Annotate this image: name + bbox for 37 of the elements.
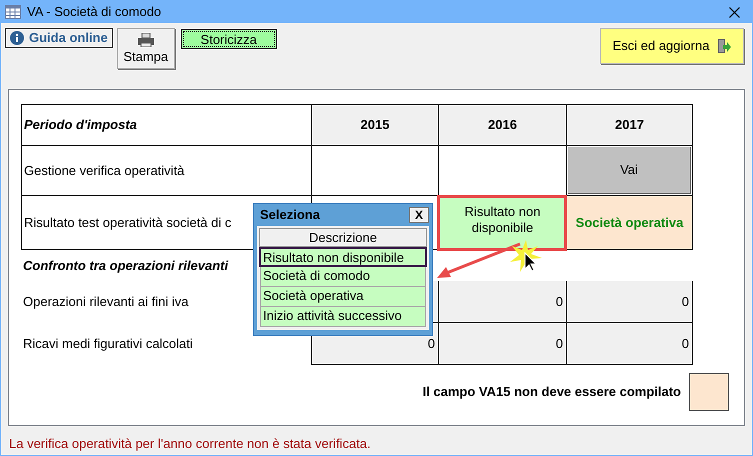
option-item[interactable]: Società operativa [260, 287, 426, 307]
option-item[interactable]: Inizio attività successivo [260, 307, 426, 327]
column-header: 2017 [566, 104, 693, 146]
go-button[interactable]: Vai [568, 147, 691, 194]
window-title: VA - Società di comodo [27, 3, 162, 22]
option-item[interactable]: Società di comodo [260, 267, 426, 287]
door-icon [717, 38, 732, 54]
result-cell: Risultato non disponibile [438, 196, 566, 250]
column-header: 2016 [438, 104, 566, 146]
status-message: La verifica operatività per l'anno corrente non è stata verificata. [9, 435, 372, 453]
info-icon [10, 31, 24, 45]
section-heading: Confronto tra operazioni rilevanti [23, 256, 228, 275]
column-header: Descrizione [259, 228, 427, 247]
row-label: Operazioni rilevanti ai fini iva [23, 293, 188, 312]
mouse-cursor-icon [510, 240, 542, 274]
value-cell: 0 [566, 281, 693, 323]
column-header: 2015 [311, 104, 438, 146]
table-header: Periodo d'imposta [21, 104, 311, 146]
exit-button[interactable]: Esci ed aggiorna [600, 28, 744, 64]
result-cell: Società operativa [566, 196, 693, 250]
value-cell: 0 [438, 281, 566, 323]
value-cell: 0 [566, 323, 693, 365]
row-label: Risultato test operatività società di c [24, 214, 232, 232]
help-button[interactable]: Guida online [5, 28, 113, 48]
row-label: Gestione verifica operatività [24, 162, 184, 180]
print-button[interactable]: Stampa [116, 28, 175, 69]
va15-field[interactable] [689, 373, 729, 411]
popup-title: Seleziona [260, 206, 320, 224]
option-item[interactable]: Risultato non disponibile [259, 247, 427, 267]
close-button[interactable]: X [409, 207, 429, 223]
grid-icon [5, 5, 21, 19]
printer-icon [138, 32, 154, 46]
va15-note: Il campo VA15 non deve essere compilato [422, 383, 681, 402]
close-icon[interactable] [729, 6, 740, 18]
archive-button[interactable]: Storicizza [180, 29, 277, 49]
row-label: Ricavi medi figurativi calcolati [23, 335, 193, 354]
value-cell: 0 [438, 323, 566, 365]
